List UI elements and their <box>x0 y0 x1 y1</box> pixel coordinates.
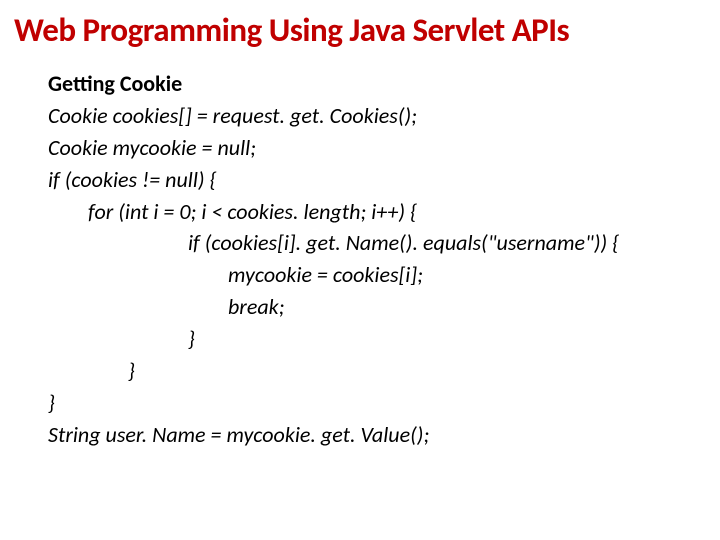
code-line: } <box>48 355 706 387</box>
code-line: String user. Name = mycookie. get. Value… <box>48 419 706 451</box>
code-line: mycookie = cookies[i]; <box>48 259 706 291</box>
slide-title: Web Programming Using Java Servlet APIs <box>14 10 706 50</box>
code-line: if (cookies != null) { <box>48 164 706 196</box>
code-line: } <box>48 323 706 355</box>
slide-content: Getting Cookie Cookie cookies[] = reques… <box>14 68 706 451</box>
section-heading: Getting Cookie <box>48 68 706 100</box>
code-line: break; <box>48 291 706 323</box>
code-line: } <box>48 387 706 419</box>
code-line: Cookie mycookie = null; <box>48 132 706 164</box>
code-line: if (cookies[i]. get. Name(). equals("use… <box>48 227 706 259</box>
code-line: for (int i = 0; i < cookies. length; i++… <box>48 196 706 228</box>
code-line: Cookie cookies[] = request. get. Cookies… <box>48 100 706 132</box>
